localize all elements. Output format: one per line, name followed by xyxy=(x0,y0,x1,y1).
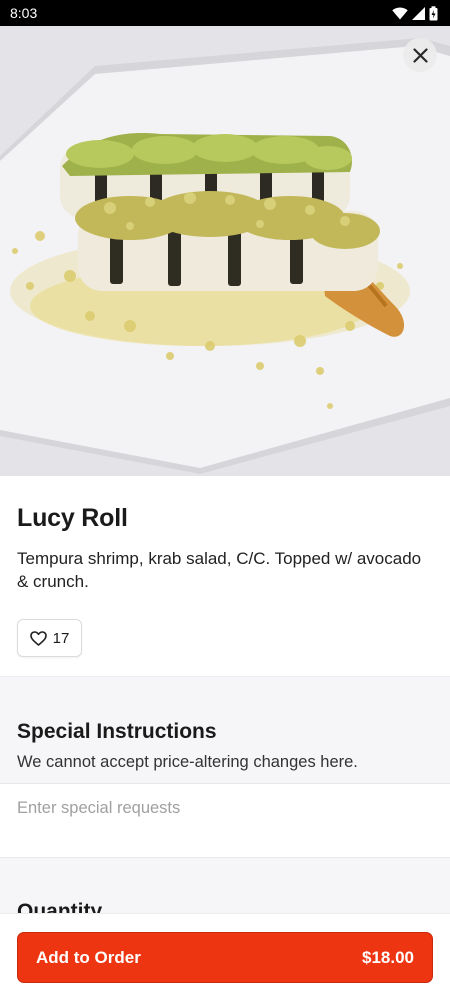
item-photo xyxy=(0,26,450,476)
close-icon xyxy=(412,47,428,63)
status-bar: 8:03 xyxy=(0,0,450,26)
battery-icon xyxy=(429,5,438,20)
special-instructions-title: Special Instructions xyxy=(17,720,217,743)
heart-icon xyxy=(29,630,47,646)
item-info: Lucy Roll Tempura shrimp, krab salad, C/… xyxy=(0,476,450,657)
add-to-order-label: Add to Order xyxy=(36,947,141,967)
status-icons xyxy=(392,5,438,21)
order-price: $18.00 xyxy=(362,947,414,967)
like-count: 17 xyxy=(52,629,70,647)
special-instructions-subtitle: We cannot accept price-altering changes … xyxy=(17,753,358,771)
item-title: Lucy Roll xyxy=(17,504,128,532)
status-time: 8:03 xyxy=(10,5,38,21)
item-description: Tempura shrimp, krab salad, C/C. Topped … xyxy=(17,549,422,591)
like-button[interactable]: 17 xyxy=(17,619,82,657)
special-requests-input[interactable] xyxy=(0,783,450,858)
signal-icon xyxy=(412,6,425,20)
wifi-icon xyxy=(392,6,408,20)
close-button[interactable] xyxy=(403,38,437,72)
bottom-bar: Add to Order $18.00 xyxy=(0,913,450,1000)
add-to-order-button[interactable]: Add to Order $18.00 xyxy=(17,932,433,983)
